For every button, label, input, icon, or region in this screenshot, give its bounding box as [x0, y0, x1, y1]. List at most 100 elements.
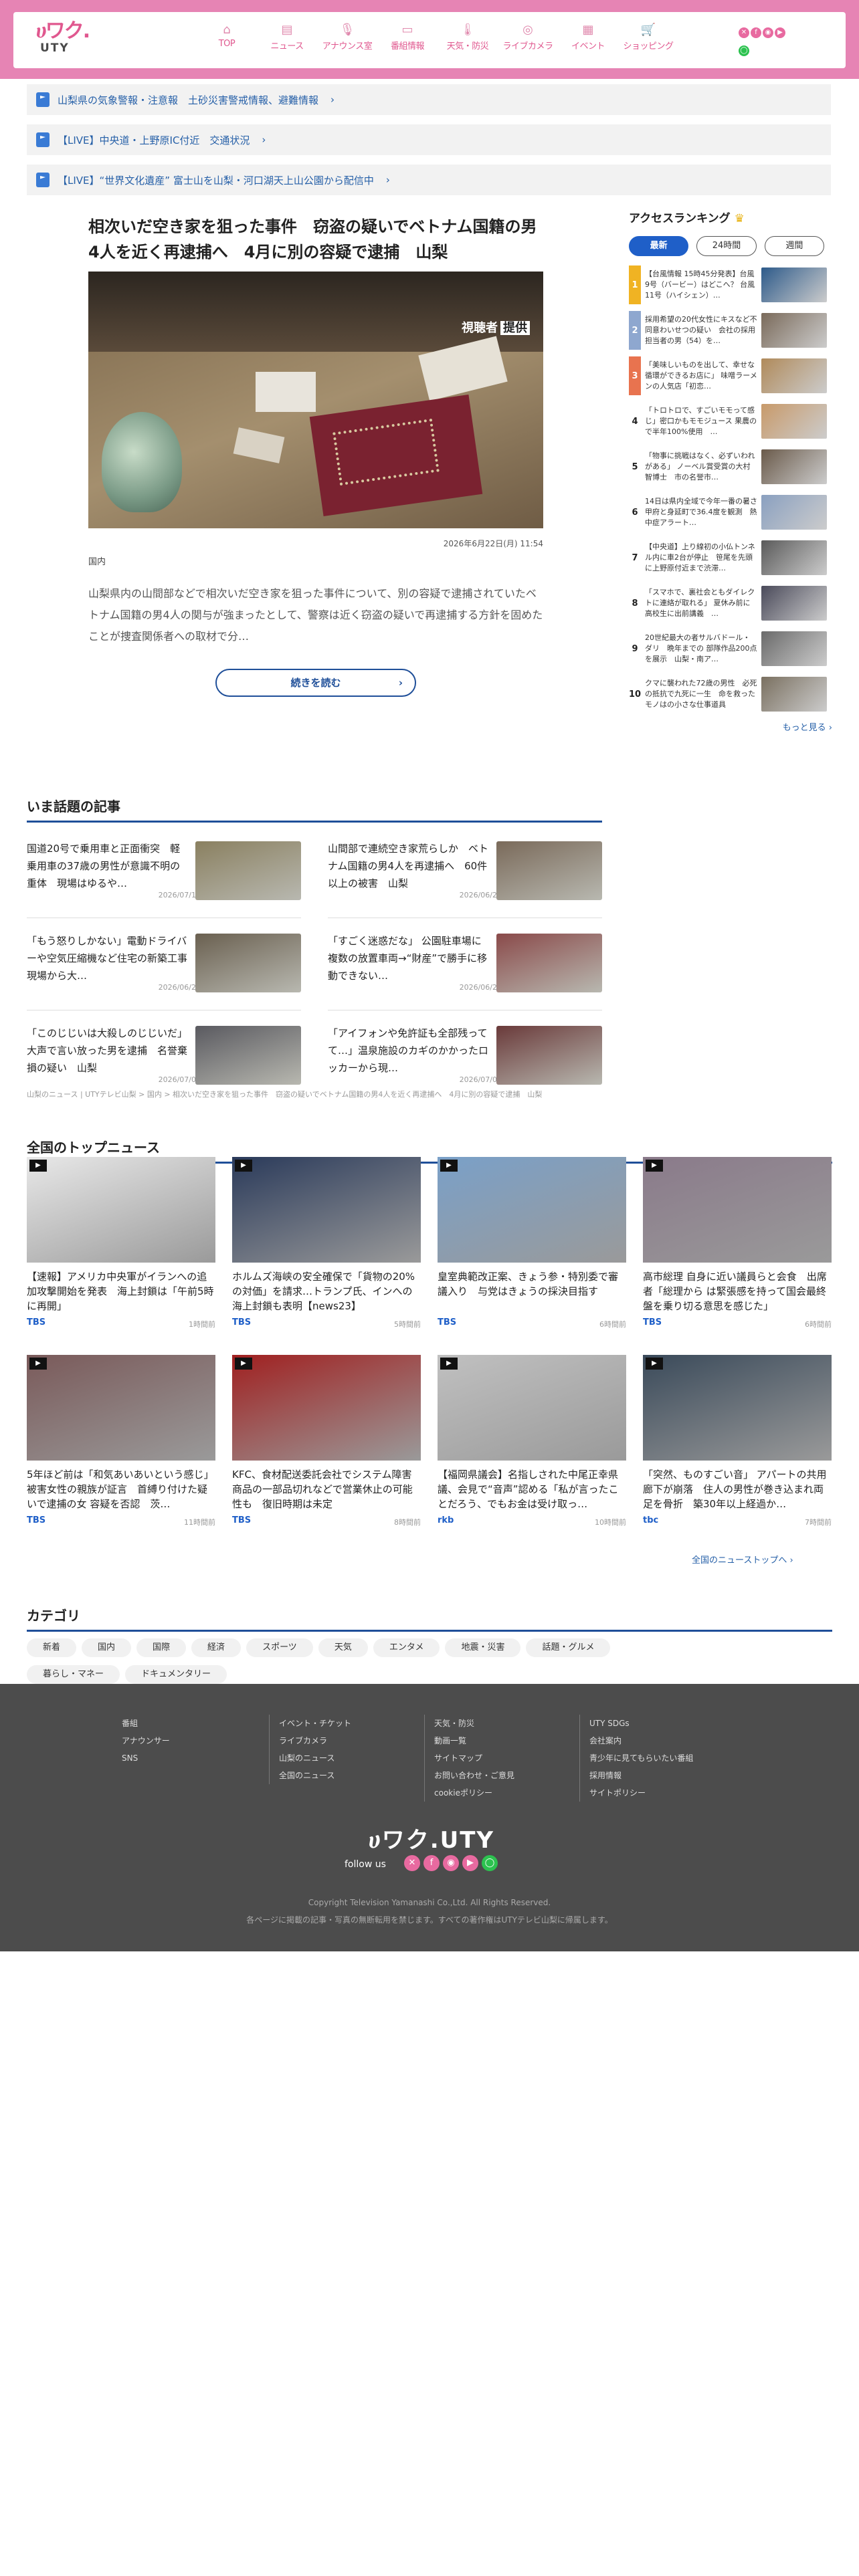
ranking-more-link[interactable]: もっと見る › — [629, 720, 832, 733]
footer-link[interactable]: 動画一覧 — [434, 1732, 578, 1749]
news-time: 11時間前 — [184, 1518, 215, 1527]
ranking-item[interactable]: 8 「スマホで、裏社会ともダイレクトに連絡が取れる」 夏休み前に高校生に出前講義 … — [629, 584, 832, 623]
trending-item[interactable]: 国道20号で乗用車と正面衝突 軽乗用車の37歳の男性が意識不明の重体 現場はゆる… — [27, 835, 301, 909]
facebook-icon[interactable]: f — [423, 1855, 440, 1871]
ranking-item[interactable]: 3 「美味しいものを出して、幸せな循環ができるお店に」 味噌ラーメンの人気店「初恋… — [629, 356, 832, 395]
news-card[interactable]: ▶ 【速報】アメリカ中央軍がイランへの追加攻撃開始を発表 海上封鎖は「午前5時に再… — [27, 1157, 215, 1337]
instagram-icon[interactable]: ◉ — [763, 27, 773, 38]
ranking-item[interactable]: 9 20世紀最大の者サルバドール・ダリ 晩年までの 部隊作品200点を展示 山梨・… — [629, 629, 832, 668]
news-card[interactable]: ▶ 【福岡県議会】名指しされた中尾正幸県議、会見で“音声”認める「私が言ったことだ… — [438, 1355, 626, 1535]
nav-item[interactable]: 🎙 アナウンス室 — [321, 21, 373, 51]
footer-link[interactable]: 番組 — [122, 1715, 276, 1732]
ranking-item[interactable]: 6 14日は県内全域で今年一番の暑さ 甲府と身延町で36.4度を観測 熱中症アラー… — [629, 493, 832, 532]
footer-link[interactable]: イベント・チケット — [279, 1715, 423, 1732]
trending-thumbnail — [496, 1026, 602, 1085]
news-thumbnail: ▶ — [232, 1157, 421, 1263]
ranking-item[interactable]: 5 「物事に挑戦はなく、必ずいわれがある」 ノーベル賞受賞の大村智博士 市の名誉市… — [629, 447, 832, 486]
nav-item[interactable]: ◎ ライブカメラ — [502, 21, 554, 51]
ranking-tab[interactable]: 最新 — [629, 236, 689, 256]
footer-link[interactable]: 全国のニュース — [279, 1767, 423, 1784]
category-chip[interactable]: スポーツ — [246, 1638, 313, 1657]
footer-link[interactable]: 山梨のニュース — [279, 1749, 423, 1767]
play-icon: ▶ — [646, 1160, 663, 1172]
youtube-icon[interactable]: ▶ — [462, 1855, 478, 1871]
nav-label: アナウンス室 — [322, 41, 373, 51]
article-category[interactable]: 国内 — [88, 554, 543, 567]
footer-link[interactable]: 青少年に見てもらいたい番組 — [589, 1749, 733, 1767]
nav-item[interactable]: ▦ イベント — [562, 21, 614, 51]
ranking-item[interactable]: 7 【中央道】上り線初の小仏トンネル内に車2台が停止 笹尾を先頭に上野原付近まで渋… — [629, 538, 832, 577]
news-card[interactable]: ▶ 「突然、ものすごい音」 アパートの共用廊下が崩落 住人の男性が巻き込まれ両足を… — [643, 1355, 832, 1535]
category-chip[interactable]: 地震・災害 — [445, 1638, 521, 1657]
trending-item[interactable]: 「アイフォンや免許証も全部残ってて…」温泉施設のカギのかかったロッカーから現… 2… — [328, 1019, 602, 1094]
footer-link[interactable]: アナウンサー — [122, 1732, 276, 1749]
category-chip[interactable]: 経済 — [191, 1638, 242, 1657]
category-chip[interactable]: 国内 — [82, 1638, 132, 1657]
logo-main: ሀワク. — [36, 19, 90, 43]
news-source: TBS — [643, 1317, 662, 1327]
facebook-icon[interactable]: f — [751, 27, 761, 38]
footer-link[interactable]: サイトポリシー — [589, 1784, 733, 1802]
category-chip[interactable]: 新着 — [27, 1638, 77, 1657]
footer-link[interactable]: サイトマップ — [434, 1749, 578, 1767]
line-icon[interactable]: ◯ — [482, 1855, 498, 1871]
category-chip[interactable]: 国際 — [136, 1638, 187, 1657]
site-footer: ሀワク.UTY follow us ✕ f ◉ ▶ ◯ Copyright Televi… — [0, 1684, 859, 1951]
nav-item[interactable]: 🛒 ショッピング — [622, 21, 674, 51]
x-icon[interactable]: ✕ — [404, 1855, 420, 1871]
trending-item[interactable]: 「すごく迷惑だな」 公園駐車場に複数の放置車両→“財産”で勝手に移動できない… 2… — [328, 927, 602, 1002]
x-icon[interactable]: ✕ — [739, 27, 749, 38]
trending-item[interactable]: 山間部で連続空き家荒らしか ベトナム国籍の男4人を再逮捕へ 60件以上の被害 山… — [328, 835, 602, 909]
ranking-item[interactable]: 1 【台風情報 15時45分発表】台風9号（バービー）はどこへ？ 台風11号（ハイ… — [629, 265, 832, 304]
trending-item[interactable]: 「もう怒りしかない」電動ドライバーや空気圧縮機など住宅の新築工事現場から大… 20… — [27, 927, 301, 1002]
news-card[interactable]: ▶ KFC、食材配送委託会社でシステム障害 商品の一部品切れなどで営業休止の可能性… — [232, 1355, 421, 1535]
alert-item[interactable]: 【LIVE】中央道・上野原IC付近 交通状況 › — [27, 124, 831, 155]
ranking-title: アクセスランキング ♛ — [629, 212, 745, 225]
nav-item[interactable]: ▭ 番組情報 — [381, 21, 434, 51]
category-chip[interactable]: 暮らし・マネー — [27, 1665, 120, 1684]
category-chip[interactable]: 天気 — [318, 1638, 368, 1657]
footer-link[interactable]: ライブカメラ — [279, 1732, 423, 1749]
line-icon[interactable]: ◯ — [739, 45, 749, 56]
alert-item[interactable]: 山梨県の気象警報・注意報 土砂災害警戒情報、避難情報 › — [27, 84, 831, 115]
footer-link[interactable]: cookieポリシー — [434, 1784, 578, 1802]
alert-item[interactable]: 【LIVE】“世界文化遺産” 富士山を山梨・河口湖天上山公園から配信中 › — [27, 165, 831, 195]
ranking-tab[interactable]: 24時間 — [696, 236, 757, 256]
rank-number: 5 — [632, 461, 638, 472]
footer-link[interactable]: UTY SDGs — [589, 1715, 733, 1732]
news-card[interactable]: ▶ 5年ほど前は「和気あいあいという感じ」被害女性の親族が証言 首縛り付けた疑いで… — [27, 1355, 215, 1535]
ranking-tab[interactable]: 週間 — [764, 236, 824, 256]
footer-column: 天気・防災 動画一覧 サイトマップ お問い合わせ・ご意見 cookieポリシー — [424, 1715, 578, 1802]
ranking-item[interactable]: 2 採用希望の20代女性にキスなど不同意わいせつの疑い 会社の採用担当者の男（54… — [629, 311, 832, 350]
category-chip[interactable]: エンタメ — [373, 1638, 440, 1657]
nav-item[interactable]: 🌡 天気・防災 — [442, 21, 494, 51]
trending-title: いま話題の記事 — [27, 796, 602, 823]
instagram-icon[interactable]: ◉ — [443, 1855, 459, 1871]
site-logo[interactable]: ሀワク. UTY — [36, 21, 96, 60]
footer-link[interactable]: 天気・防災 — [434, 1715, 578, 1732]
news-card[interactable]: ▶ 高市総理 自身に近い議員らと会食 出席者「総理から は緊張感を持って国会最終盤… — [643, 1157, 832, 1337]
ranking-item[interactable]: 10 クマに襲われた72歳の男性 必死の抵抗で九死に一生 命を救ったモノはの小さな… — [629, 675, 832, 714]
footer-link[interactable]: SNS — [122, 1749, 276, 1767]
trending-item[interactable]: 「このじじいは大殺しのじじいだ」 大声で言い放った男を逮捕 名誉棄損の疑い 山梨… — [27, 1019, 301, 1094]
read-more-button[interactable]: 続きを読む › — [215, 669, 416, 697]
footer-link[interactable]: 会社案内 — [589, 1732, 733, 1749]
access-ranking: アクセスランキング ♛ 最新 24時間 週間 1 【台風情報 15時45分発表】台風9号… — [629, 209, 832, 733]
alert-text: 【LIVE】“世界文化遺産” 富士山を山梨・河口湖天上山公園から配信中 — [58, 174, 374, 187]
nav-item[interactable]: ⌂ TOP — [201, 21, 253, 51]
footer-link[interactable]: お問い合わせ・ご意見 — [434, 1767, 578, 1784]
breadcrumb[interactable]: 山梨のニュース | UTYテレビ山梨 > 国内 > 相次いだ空き家を狙った事件 … — [27, 1089, 542, 1099]
rank-thumbnail — [761, 404, 827, 439]
news-card[interactable]: ▶ ホルムズ海峡の安全確保で「貨物の20%の対価」を請求…トランプ氏、インへの海上… — [232, 1157, 421, 1337]
category-chip[interactable]: ドキュメンタリー — [125, 1665, 227, 1684]
nav-item[interactable]: ▤ ニュース — [261, 21, 313, 51]
category-chip[interactable]: 話題・グルメ — [526, 1638, 611, 1657]
footer-link[interactable]: 採用情報 — [589, 1767, 733, 1784]
news-card[interactable]: ▶ 皇室典範改正案、きょう参・特別委で審議入り 与党はきょうの採決目指す TBS 6時… — [438, 1157, 626, 1337]
footer-logo[interactable]: ሀワク.UTY — [355, 1822, 508, 1854]
youtube-icon[interactable]: ▶ — [775, 27, 785, 38]
ranking-item[interactable]: 4 「トロトロで、すごいモモって感じ」密口かもモモジュース 果農ので半年100%使… — [629, 402, 832, 441]
top-news-more-link[interactable]: 全国のニューストップへ › — [692, 1553, 793, 1566]
news-time: 5時間前 — [394, 1320, 421, 1329]
footer-column: 番組 アナウンサー SNS — [122, 1715, 276, 1767]
